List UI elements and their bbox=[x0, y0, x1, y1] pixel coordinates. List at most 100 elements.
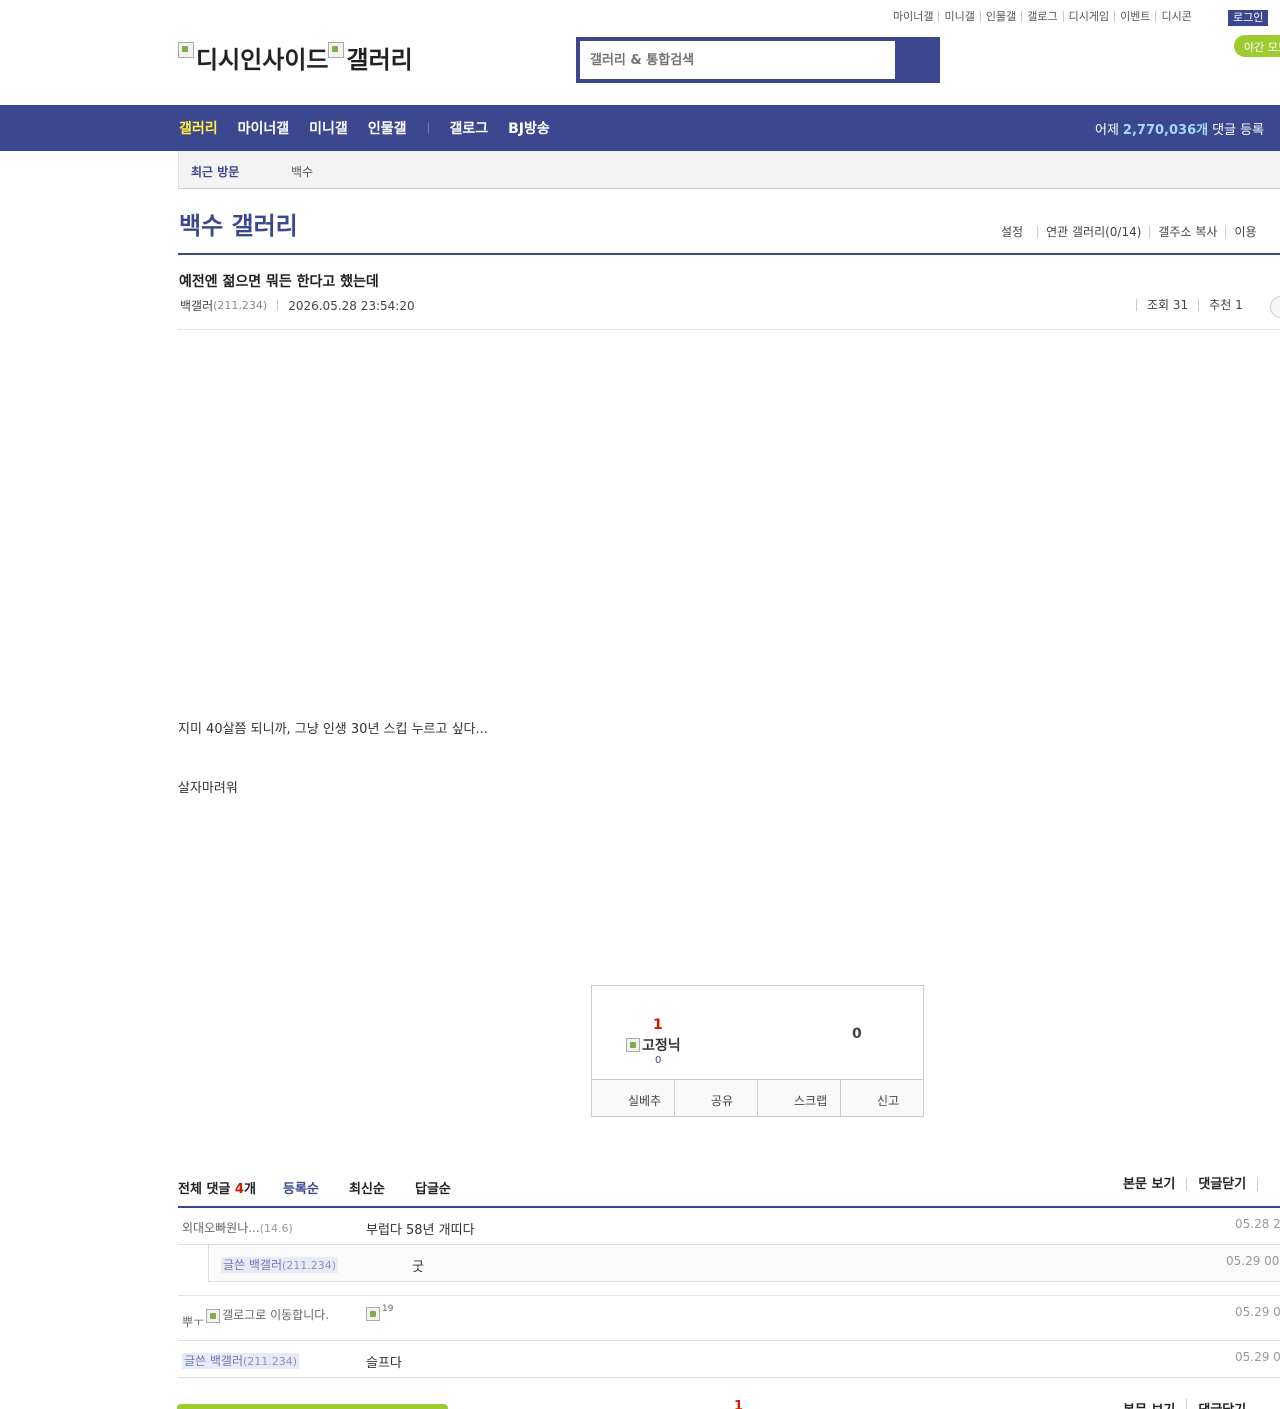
post-date: 2026.05.28 23:54:20 bbox=[288, 298, 415, 313]
util-dccon[interactable]: 디시콘 bbox=[1155, 11, 1196, 22]
best-recommend-button[interactable]: 실베추 bbox=[592, 1080, 674, 1116]
comment-image[interactable]: 19 bbox=[366, 1304, 394, 1321]
comment-date: 05.29 00 bbox=[1235, 1305, 1280, 1319]
gnb-mini-gallery[interactable]: 미니갤 bbox=[309, 118, 348, 138]
broken-image-icon bbox=[366, 1307, 380, 1321]
comment-text: 슬프다 bbox=[366, 1356, 402, 1371]
post-title: 예전엔 젊으면 뭐든 한다고 했는데 bbox=[179, 274, 379, 290]
close-comments-link[interactable]: 댓글닫기 bbox=[1186, 1178, 1257, 1191]
comment-nick[interactable]: 외대오빠원나...(14.6) bbox=[182, 1219, 293, 1236]
comment-write-bar[interactable] bbox=[177, 1404, 448, 1409]
comment-stats: 어제 2,770,036개 댓글 등록 bbox=[1095, 105, 1264, 151]
writer-tag: 글쓴 백갤러 bbox=[223, 1258, 283, 1272]
writer-tag: 글쓴 백갤러 bbox=[184, 1354, 244, 1368]
recent-visit-item[interactable]: 백수 bbox=[291, 163, 313, 180]
fixed-nick-count: 0 bbox=[655, 1055, 662, 1066]
logo-site-alt: 디시인사이드 bbox=[196, 46, 329, 74]
reply-row: 글쓴 백갤러(211.234) 굿 05.29 00:0 bbox=[208, 1244, 1280, 1282]
divider bbox=[277, 300, 279, 311]
post-writer[interactable]: 백갤러 bbox=[180, 297, 213, 314]
logo[interactable]: 디시인사이드 갤러리 bbox=[178, 40, 413, 75]
post-recommend-count: 추천 1 bbox=[1198, 299, 1253, 311]
post-writer-info: 백갤러 (211.234) 2026.05.28 23:54:20 bbox=[180, 297, 415, 314]
logo-gallery-alt: 갤러리 bbox=[346, 46, 413, 74]
search-input[interactable] bbox=[580, 41, 895, 79]
comment-row: 외대오빠원나...(14.6) 부럽다 58년 개띠다 05.28 23: bbox=[178, 1208, 1280, 1245]
util-person-gallery[interactable]: 인물갤 bbox=[979, 11, 1021, 22]
comment-nick[interactable]: 글쓴 백갤러(211.234) bbox=[182, 1352, 300, 1369]
comment-nick-name: 외대오빠원나... bbox=[182, 1221, 260, 1235]
gallery-settings-link[interactable]: 설정 bbox=[1001, 226, 1037, 238]
search-button[interactable] bbox=[900, 41, 936, 79]
broken-image-icon bbox=[206, 1309, 221, 1323]
related-gallery-link[interactable]: 연관 갤러리(0/14) bbox=[1037, 226, 1149, 238]
util-minor-gallery[interactable]: 마이너갤 bbox=[893, 11, 938, 22]
bottom-count: 1 bbox=[734, 1399, 744, 1409]
gallog-alt[interactable]: 갤로그로 이동합니다. bbox=[222, 1309, 334, 1321]
reply-text: 굿 bbox=[412, 1260, 424, 1275]
comment-total-unit: 개 bbox=[243, 1182, 256, 1197]
post-stats: 조회 31 추천 1 bbox=[1136, 299, 1253, 311]
util-gallog[interactable]: 갤로그 bbox=[1021, 11, 1062, 22]
util-mini-gallery[interactable]: 미니갤 bbox=[938, 11, 979, 22]
fixed-nick-alt: 고정닉 bbox=[642, 1038, 681, 1054]
gallery-links: 설정 연관 갤러리(0/14) 갤주소 복사 이용 bbox=[1001, 226, 1265, 238]
comment-header: 전체 댓글 4개 등록순 최신순 답글순 본문 보기 댓글닫기 bbox=[178, 1178, 1280, 1208]
usage-link[interactable]: 이용 bbox=[1225, 226, 1264, 238]
util-event[interactable]: 이벤트 bbox=[1114, 11, 1155, 22]
sort-latest[interactable]: 최신순 bbox=[349, 1178, 385, 1197]
stats-count: 2,770,036개 bbox=[1122, 122, 1209, 138]
comment-nick-name: 뿌ㅜ bbox=[182, 1315, 205, 1329]
recent-visit-title[interactable]: 최근 방문 bbox=[191, 163, 239, 180]
close-comments-link-bottom[interactable]: 댓글닫기 bbox=[1186, 1399, 1257, 1409]
reply-ip: (211.234) bbox=[282, 1259, 337, 1272]
scrap-button[interactable]: 스크랩 bbox=[757, 1080, 840, 1116]
search-box bbox=[576, 37, 940, 83]
gallery-divider bbox=[178, 253, 1280, 255]
recommend-up-count: 1 bbox=[653, 1017, 663, 1033]
post-views: 조회 31 bbox=[1136, 299, 1198, 311]
comment-row: 글쓴 백갤러(211.234) 슬프다 05.29 00 bbox=[178, 1341, 1280, 1378]
fixed-nick-recommend[interactable]: 고정닉 bbox=[626, 1035, 681, 1055]
comment-date: 05.28 23: bbox=[1235, 1217, 1280, 1231]
reply-date: 05.29 00:0 bbox=[1226, 1254, 1280, 1268]
share-button[interactable]: 공유 bbox=[674, 1080, 757, 1116]
login-button[interactable]: 로그인 bbox=[1228, 10, 1269, 26]
gnb-divider bbox=[428, 122, 430, 134]
night-mode-button[interactable]: 야간 모드 bbox=[1234, 35, 1280, 57]
recommend-box: 1 고정닉 0 0 실베추 공유 스크랩 신고 bbox=[591, 985, 924, 1117]
global-nav: 갤러리 마이너갤 미니갤 인물갤 갤로그 BJ방송 어제 2,770,036개 … bbox=[0, 105, 1280, 151]
recommend-down-count[interactable]: 0 bbox=[852, 1026, 862, 1042]
sort-reply[interactable]: 답글순 bbox=[415, 1178, 451, 1197]
gnb-gallog[interactable]: 갤로그 bbox=[449, 118, 488, 138]
broken-image-icon bbox=[626, 1038, 640, 1052]
report-button[interactable]: 신고 bbox=[840, 1080, 923, 1116]
post-divider bbox=[178, 329, 1280, 330]
comment-ip: (211.234) bbox=[243, 1355, 298, 1368]
gallery-title[interactable]: 백수 갤러리 bbox=[179, 206, 298, 241]
gnb-person-gallery[interactable]: 인물갤 bbox=[368, 118, 407, 138]
comment-total-count: 4 bbox=[234, 1182, 244, 1197]
gnb-bj-broadcast[interactable]: BJ방송 bbox=[508, 118, 550, 138]
broken-image-icon bbox=[178, 42, 194, 58]
post-more-button[interactable] bbox=[1270, 296, 1280, 318]
comment-total-label: 전체 댓글 bbox=[178, 1182, 231, 1197]
gnb-minor-gallery[interactable]: 마이너갤 bbox=[238, 118, 290, 138]
broken-image-icon bbox=[328, 42, 345, 58]
recent-visit-bar: 최근 방문 백수 bbox=[178, 151, 1280, 189]
post-body-line: 살자마려워 bbox=[178, 781, 238, 796]
comment-date: 05.29 00 bbox=[1235, 1350, 1280, 1364]
comment-image-alt: 19 bbox=[382, 1304, 394, 1314]
view-body-link[interactable]: 본문 보기 bbox=[1123, 1178, 1186, 1191]
bottom-links: 본문 보기 댓글닫기 bbox=[1123, 1399, 1257, 1409]
view-body-link-bottom[interactable]: 본문 보기 bbox=[1123, 1399, 1186, 1409]
sort-registered[interactable]: 등록순 bbox=[283, 1178, 319, 1197]
reply-writer[interactable]: 글쓴 백갤러(211.234) bbox=[221, 1256, 339, 1273]
comment-row: 뿌ㅜ 갤로그로 이동합니다. 19 05.29 00 bbox=[178, 1295, 1280, 1341]
copy-gallery-url-link[interactable]: 갤주소 복사 bbox=[1149, 226, 1225, 238]
util-dcgame[interactable]: 디시게임 bbox=[1062, 11, 1114, 22]
comment-nick[interactable]: 뿌ㅜ 갤로그로 이동합니다. bbox=[182, 1309, 334, 1330]
refresh-link[interactable] bbox=[1257, 1178, 1280, 1191]
stats-prefix: 어제 bbox=[1095, 122, 1119, 138]
gnb-gallery[interactable]: 갤러리 bbox=[179, 118, 218, 138]
